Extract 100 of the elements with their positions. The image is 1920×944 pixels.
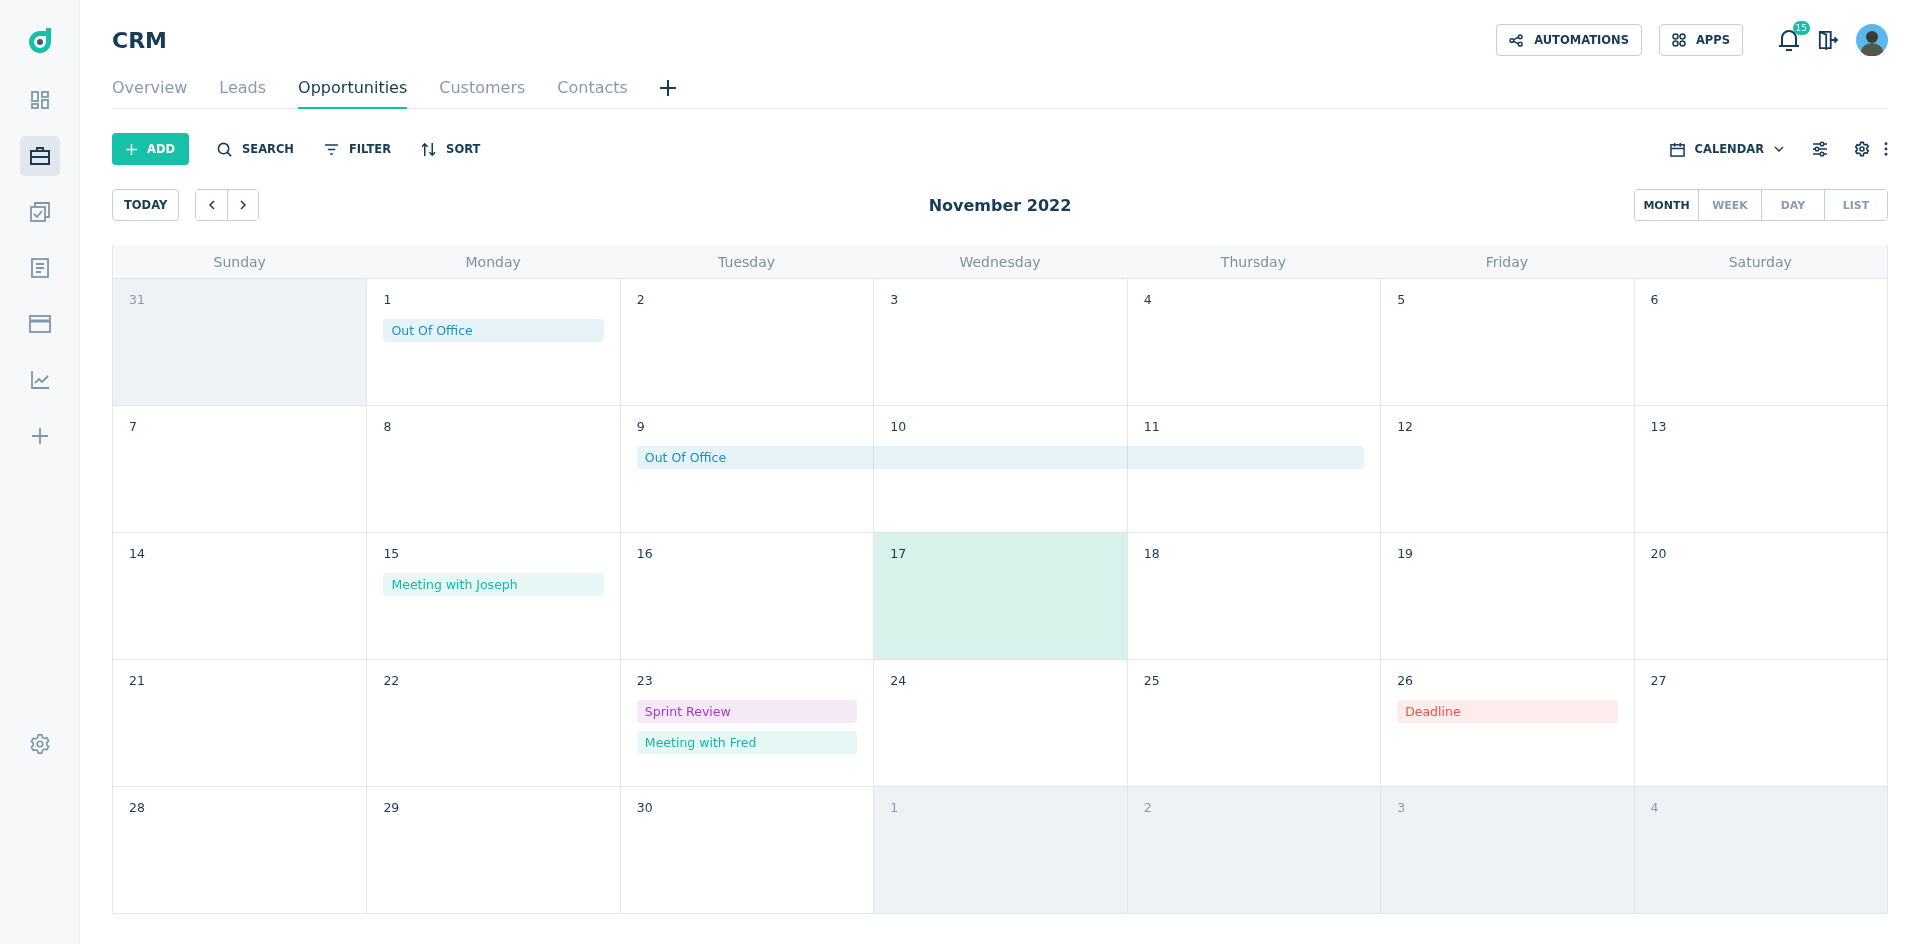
day-cell[interactable]: 8 <box>366 406 620 532</box>
card-icon <box>28 315 51 333</box>
day-cell[interactable]: 11 <box>1126 406 1381 532</box>
day-number: 11 <box>1143 419 1160 434</box>
sort-icon <box>421 141 437 157</box>
day-number: 1 <box>890 800 899 815</box>
weekday-header: Monday <box>464 253 522 272</box>
calendar-icon <box>1669 141 1685 157</box>
more-icon[interactable] <box>1884 142 1888 156</box>
next-button[interactable] <box>227 190 259 220</box>
day-cell[interactable]: 4 <box>1126 279 1381 405</box>
calendar-event[interactable]: Sprint Review <box>636 700 858 723</box>
day-number: 1 <box>383 292 392 307</box>
day-number: 14 <box>129 546 145 561</box>
logout-icon[interactable] <box>1817 30 1839 50</box>
day-cell[interactable]: 27 <box>1633 660 1887 786</box>
filter-button[interactable]: FILTER <box>321 142 394 156</box>
day-cell[interactable]: 20 <box>1633 533 1887 659</box>
page-title: CRM <box>112 27 167 53</box>
day-number: 4 <box>1143 292 1152 307</box>
day-number: 9 <box>636 419 645 434</box>
day-cell[interactable]: 28 <box>113 787 367 913</box>
day-number: 5 <box>1397 292 1406 307</box>
chart-icon <box>29 370 50 390</box>
sort-button[interactable]: SORT <box>419 141 483 157</box>
day-number: 21 <box>129 673 145 688</box>
day-number: 30 <box>636 800 653 815</box>
plus-icon <box>30 427 49 445</box>
day-number: 10 <box>890 419 907 434</box>
notification-badge: 15 <box>1792 21 1810 35</box>
avatar[interactable] <box>1856 24 1888 56</box>
day-cell[interactable]: 13 <box>1633 406 1887 532</box>
day-cell[interactable]: 10 <box>873 406 1127 532</box>
day-number: 17 <box>890 546 907 561</box>
month-title: November 2022 <box>928 195 1072 215</box>
day-cell[interactable]: 3 <box>873 279 1127 405</box>
tab[interactable]: Opportunities <box>298 76 408 109</box>
filter-icon <box>323 143 339 155</box>
day-number: 6 <box>1650 292 1659 307</box>
day-number: 2 <box>1143 800 1152 815</box>
day-number: 27 <box>1650 673 1667 688</box>
day-number: 26 <box>1397 673 1414 688</box>
day-cell[interactable]: 18 <box>1126 533 1381 659</box>
day-number: 19 <box>1397 546 1414 561</box>
day-number: 4 <box>1650 800 1659 815</box>
day-number: 2 <box>636 292 645 307</box>
day-cell[interactable]: 23 Sprint Review Meeting with Fred <box>619 660 874 786</box>
sidebar-item[interactable] <box>19 136 60 176</box>
apps-icon <box>1671 33 1686 47</box>
day-number: 28 <box>129 800 145 815</box>
day-number: 24 <box>890 673 907 688</box>
day-cell[interactable]: 19 <box>1380 533 1634 659</box>
day-cell[interactable]: 6 <box>1633 279 1887 405</box>
briefcase-icon <box>28 146 51 166</box>
weekday-header: Friday <box>1484 253 1530 272</box>
day-number: 8 <box>383 419 392 434</box>
apps-button[interactable]: APPS <box>1658 24 1743 56</box>
chevron-right-icon <box>240 200 247 210</box>
day-cell[interactable]: 1 Out Of Office <box>366 279 620 405</box>
day-number: 18 <box>1143 546 1160 561</box>
day-cell[interactable]: 17 <box>873 533 1127 659</box>
day-cell[interactable]: 21 <box>113 660 367 786</box>
checklist-icon <box>28 201 51 223</box>
day-number: 25 <box>1143 673 1160 688</box>
day-number: 13 <box>1650 419 1667 434</box>
day-cell[interactable]: 25 <box>1126 660 1381 786</box>
view-dropdown[interactable]: CALENDAR <box>1667 141 1786 157</box>
weekday-header: Sunday <box>212 253 267 272</box>
day-cell[interactable]: 22 <box>366 660 620 786</box>
weekday-header: Saturday <box>1727 253 1793 272</box>
plus-icon <box>126 143 137 155</box>
caret-icon <box>1774 146 1784 152</box>
automations-button[interactable]: AUTOMATIONS <box>1496 24 1642 56</box>
day-number: 15 <box>383 546 400 561</box>
search-button[interactable]: SEARCH <box>215 141 296 157</box>
sliders-icon[interactable] <box>1812 141 1828 157</box>
add-tab-icon[interactable] <box>659 80 676 96</box>
weekday-header: Thursday <box>1219 253 1287 272</box>
day-number: 3 <box>1397 800 1406 815</box>
day-cell[interactable]: 26 Deadline <box>1380 660 1634 786</box>
today-button[interactable]: TODAY <box>112 189 180 221</box>
day-cell[interactable]: 15 Meeting with Joseph <box>366 533 620 659</box>
day-cell[interactable]: 2 <box>619 279 874 405</box>
day-number: 3 <box>890 292 899 307</box>
settings-icon[interactable] <box>1854 141 1870 157</box>
day-cell[interactable]: 29 <box>366 787 620 913</box>
document-icon <box>30 258 49 278</box>
day-cell[interactable]: 24 <box>873 660 1127 786</box>
weekday-header: Tuesday <box>717 253 777 272</box>
day-cell[interactable]: 12 <box>1380 406 1634 532</box>
day-cell[interactable]: 5 <box>1380 279 1634 405</box>
day-cell[interactable]: 9 Out Of Office <box>619 406 874 532</box>
day-number: 12 <box>1397 419 1414 434</box>
dashboard-icon <box>29 90 50 110</box>
day-cell[interactable]: 14 <box>113 533 367 659</box>
day-number: 16 <box>636 546 653 561</box>
day-number: 22 <box>383 673 400 688</box>
day-cell[interactable]: 7 <box>113 406 367 532</box>
day-number: 7 <box>129 419 137 434</box>
day-number: 29 <box>383 800 400 815</box>
